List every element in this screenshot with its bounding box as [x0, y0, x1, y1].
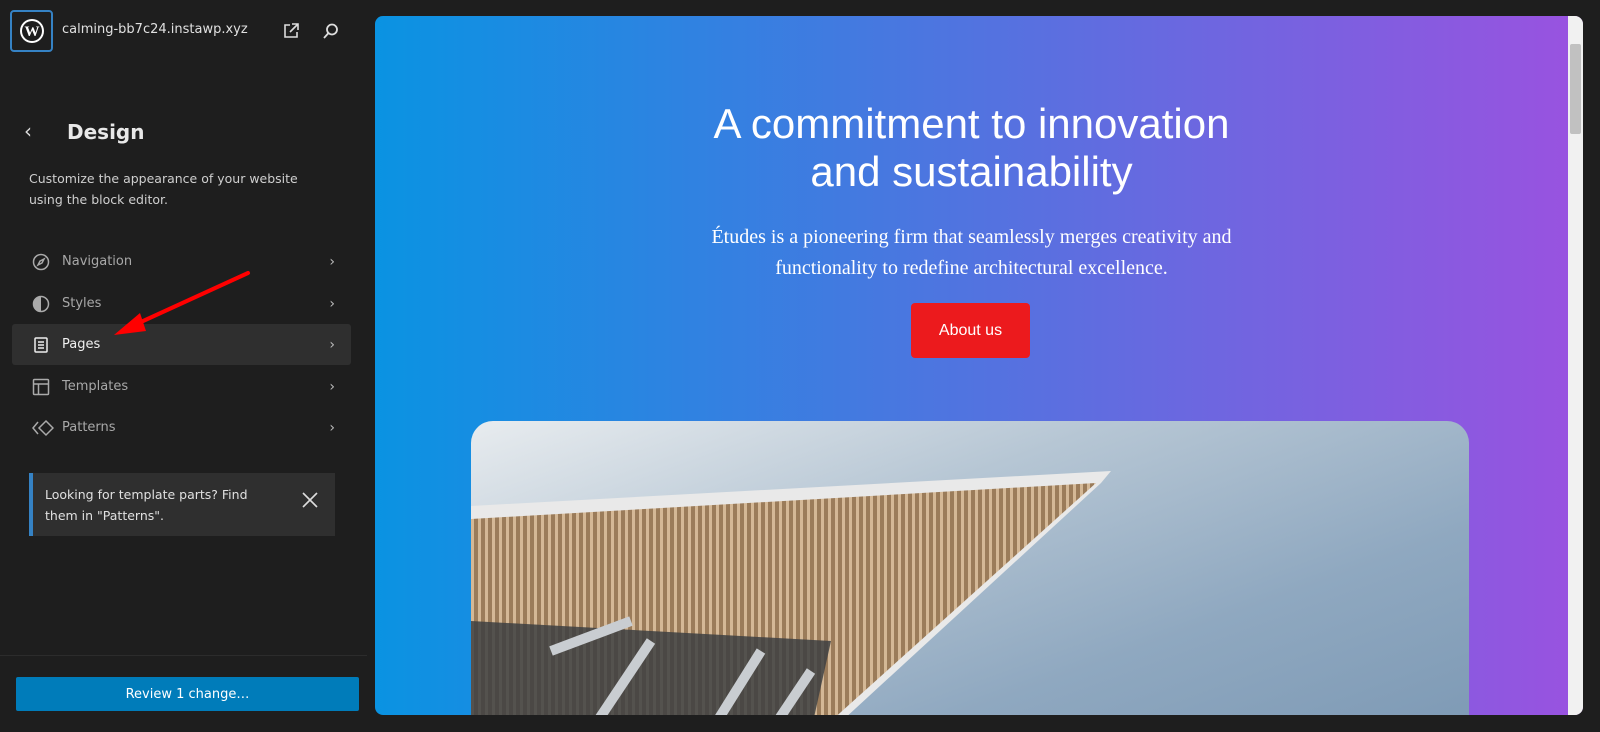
wordpress-logo[interactable]: W — [10, 10, 53, 52]
sidebar: W calming-bb7c24.instawp.xyz ‹ Design Cu… — [0, 0, 367, 732]
panel-description: Customize the appearance of your website… — [29, 171, 298, 207]
site-preview[interactable]: A commitment to innovation and sustainab… — [375, 16, 1583, 715]
pages-icon — [34, 336, 48, 353]
chevron-right-icon: › — [329, 419, 335, 436]
scrollbar-thumb[interactable] — [1570, 44, 1581, 134]
chevron-right-icon: › — [329, 336, 335, 353]
nav-label: Templates — [62, 379, 129, 394]
nav-label: Styles — [62, 296, 102, 311]
navigation-icon — [32, 253, 50, 270]
notice-text: Looking for template parts? Find them in… — [45, 487, 248, 523]
scrollbar[interactable] — [1568, 16, 1583, 715]
panel-title: Design — [67, 120, 145, 144]
annotation-arrow — [114, 271, 250, 335]
hero-image — [471, 421, 1469, 715]
about-us-button[interactable]: About us — [911, 303, 1030, 358]
close-icon[interactable] — [301, 491, 319, 515]
nav-label: Patterns — [62, 420, 116, 435]
styles-icon — [32, 295, 50, 312]
back-chevron-icon[interactable]: ‹ — [24, 119, 32, 143]
nav-item-patterns[interactable]: Patterns › — [12, 407, 351, 448]
template-parts-notice: Looking for template parts? Find them in… — [29, 473, 335, 536]
chevron-right-icon: › — [329, 378, 335, 395]
chevron-right-icon: › — [329, 295, 335, 312]
templates-icon — [32, 378, 50, 395]
nav-item-templates[interactable]: Templates › — [12, 366, 351, 407]
search-icon[interactable] — [322, 22, 340, 44]
patterns-icon — [32, 419, 54, 436]
svg-text:W: W — [24, 24, 39, 40]
hero-subheading: Études is a pioneering firm that seamles… — [711, 226, 1232, 279]
site-name[interactable]: calming-bb7c24.instawp.xyz — [62, 22, 248, 37]
external-link-icon[interactable] — [282, 22, 300, 44]
chevron-right-icon: › — [329, 253, 335, 270]
hero-heading: A commitment to innovation and sustainab… — [713, 100, 1230, 195]
review-changes-button[interactable]: Review 1 change… — [16, 677, 359, 711]
nav-label: Pages — [62, 337, 101, 352]
